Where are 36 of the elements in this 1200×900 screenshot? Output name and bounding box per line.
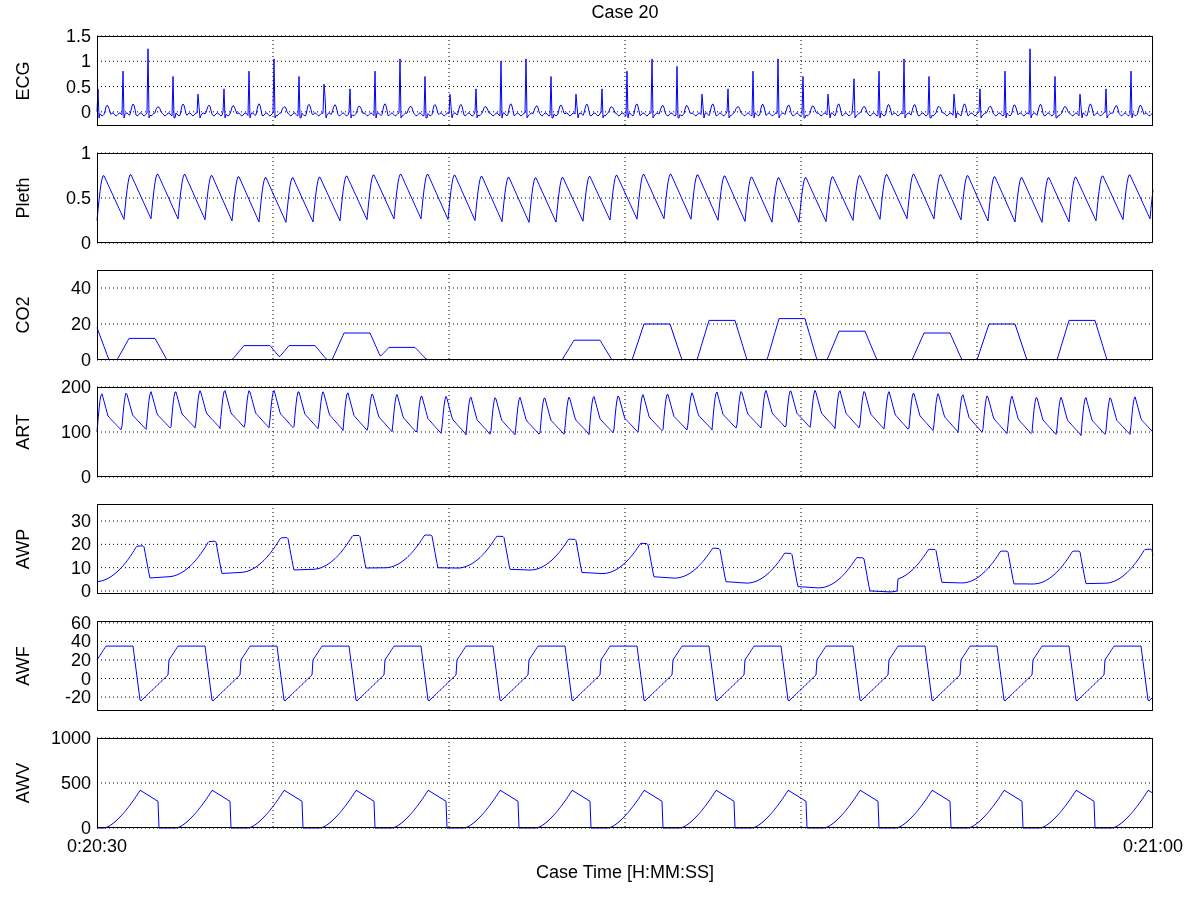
tick-label: 200 (60, 377, 91, 397)
tick-label: 0:20:30 (66, 836, 128, 856)
tick-label: 0 (81, 668, 91, 689)
tick-label: 0 (81, 350, 91, 370)
tick-label: -20 (65, 687, 91, 708)
tick-label: 20 (70, 534, 91, 555)
tick-label: 20 (70, 314, 91, 334)
tick-label: 0.5 (65, 76, 91, 97)
axis-label: AWF (13, 646, 33, 686)
tick-label: 1 (81, 143, 91, 163)
tick-label: 0:21:00 (1122, 836, 1184, 856)
tick-label: 1.5 (65, 26, 91, 46)
axis-label: CO2 (13, 296, 33, 334)
tick-label: 20 (70, 649, 91, 670)
tick-label: 1000 (50, 728, 91, 748)
tick-label: 60 (70, 612, 91, 633)
axis-label: ECG (13, 61, 33, 101)
tick-label: 1 (81, 51, 91, 72)
tick-label: 0 (81, 101, 91, 122)
axis-label: AWP (13, 528, 33, 570)
axis-label: Pleth (13, 177, 33, 219)
tick-label: 0.5 (65, 188, 91, 208)
axis-label: Case Time [H:MM:SS] (536, 862, 714, 883)
tick-label: 0 (81, 818, 91, 838)
tick-label: 30 (70, 511, 91, 531)
tick-label: 0 (81, 233, 91, 253)
tick-label: 0 (81, 467, 91, 487)
axis-label: ART (13, 414, 33, 450)
tick-label: 100 (60, 422, 91, 442)
axis-label: AWV (13, 762, 33, 804)
chart-title: Case 20 (591, 1, 659, 24)
tick-label: 10 (70, 557, 91, 578)
tick-label: 40 (70, 278, 91, 298)
tick-label: 0 (81, 580, 91, 601)
tick-label: 40 (70, 631, 91, 652)
tick-label: 500 (60, 773, 91, 793)
